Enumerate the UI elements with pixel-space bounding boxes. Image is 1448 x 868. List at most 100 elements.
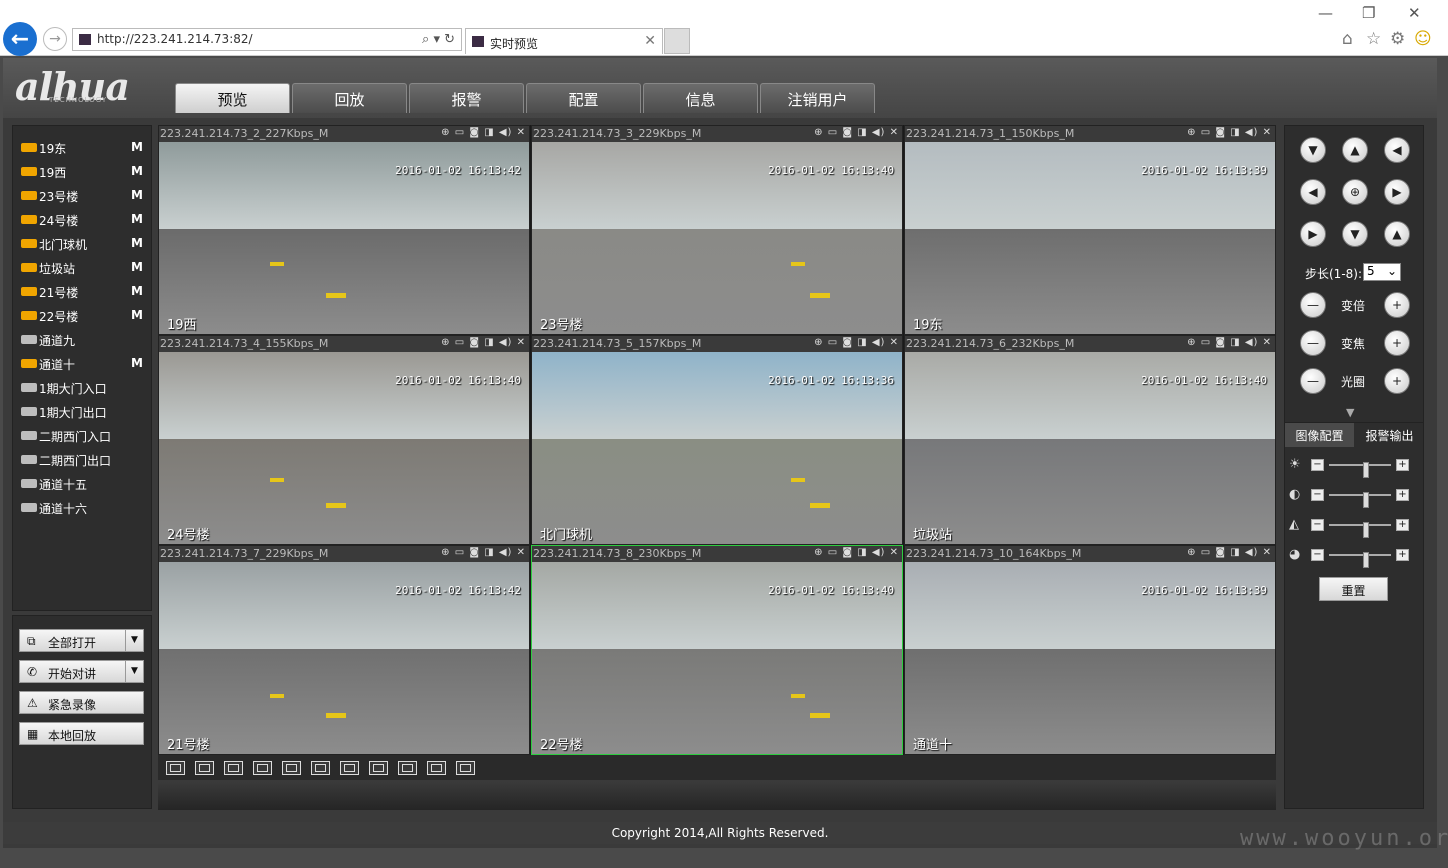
new-tab-button[interactable] <box>664 28 690 54</box>
ptz-left-icon[interactable]: ◀ <box>1300 179 1326 205</box>
back-button[interactable]: ← <box>3 22 37 56</box>
ptz-up-icon[interactable]: ▲ <box>1342 137 1368 163</box>
video-tool-icons[interactable]: ⊕ ▭ ◙ ◨ ◀) ✕ <box>441 337 526 348</box>
channel-item[interactable]: 21号楼 M <box>19 282 147 302</box>
video-feed[interactable]: 2016-01-02 16:13:40 垃圾站 <box>905 352 1275 544</box>
slider-knob[interactable] <box>1363 492 1369 508</box>
channel-item[interactable]: 19西 M <box>19 162 147 182</box>
channel-item[interactable]: 北门球机 M <box>19 234 147 254</box>
video-cell[interactable]: 223.241.214.73_7_229Kbps_M ⊕ ▭ ◙ ◨ ◀) ✕ 20… <box>158 545 530 755</box>
layout-8-icon[interactable] <box>369 761 388 775</box>
collapse-chevron-icon[interactable]: ▼ <box>1346 406 1354 419</box>
ptz-up-left-icon[interactable]: ▼ <box>1300 137 1326 163</box>
channel-item[interactable]: 通道九 <box>19 330 147 350</box>
hue-slider[interactable]: ◕ − + <box>1289 547 1409 568</box>
video-feed[interactable]: 2016-01-02 16:13:42 19西 <box>159 142 529 334</box>
minus-icon[interactable]: − <box>1311 519 1324 531</box>
ratio-layout-icon[interactable] <box>195 761 214 775</box>
video-feed[interactable]: 2016-01-02 16:13:40 24号楼 <box>159 352 529 544</box>
slider-knob[interactable] <box>1363 552 1369 568</box>
layout-4-icon[interactable] <box>311 761 330 775</box>
focus-minus-button[interactable]: — <box>1300 330 1326 356</box>
ptz-down-left-icon[interactable]: ▶ <box>1300 221 1326 247</box>
channel-item[interactable]: 二期西门入口 <box>19 426 147 446</box>
local-playback-button[interactable]: ▦ 本地回放 <box>19 722 144 745</box>
hd-layout-icon[interactable] <box>166 761 185 775</box>
focus-plus-button[interactable]: + <box>1384 330 1410 356</box>
video-feed[interactable]: 2016-01-02 16:13:39 通道十 <box>905 562 1275 754</box>
restore-icon[interactable]: ❐ <box>1362 4 1375 22</box>
favorites-star-icon[interactable]: ☆ <box>1366 29 1381 49</box>
plus-icon[interactable]: + <box>1396 459 1409 471</box>
slider-knob[interactable] <box>1363 462 1369 478</box>
video-feed[interactable]: 2016-01-02 16:13:40 22号楼 <box>532 562 902 754</box>
settings-gear-icon[interactable]: ⚙ <box>1390 29 1405 49</box>
layout-13-icon[interactable] <box>427 761 446 775</box>
video-tool-icons[interactable]: ⊕ ▭ ◙ ◨ ◀) ✕ <box>814 547 899 558</box>
smiley-feedback-icon[interactable]: ☺ <box>1414 29 1432 49</box>
video-cell[interactable]: 223.241.214.73_3_229Kbps_M ⊕ ▭ ◙ ◨ ◀) ✕ 20… <box>531 125 903 335</box>
plus-icon[interactable]: + <box>1396 489 1409 501</box>
channel-item[interactable]: 23号楼 M <box>19 186 147 206</box>
minimize-icon[interactable]: — <box>1318 4 1333 22</box>
zoom-out-button[interactable]: — <box>1300 292 1326 318</box>
channel-item[interactable]: 垃圾站 M <box>19 258 147 278</box>
minus-icon[interactable]: − <box>1311 549 1324 561</box>
tab-image-config[interactable]: 图像配置 <box>1285 423 1354 447</box>
tab-playback[interactable]: 回放 <box>292 83 407 113</box>
slider-knob[interactable] <box>1363 522 1369 538</box>
browser-tab[interactable]: 实时预览 ✕ <box>465 28 663 54</box>
close-window-icon[interactable]: ✕ <box>1408 4 1421 22</box>
channel-item[interactable]: 通道十六 <box>19 498 147 518</box>
video-cell[interactable]: 223.241.214.73_2_227Kbps_M ⊕ ▭ ◙ ◨ ◀) ✕ 20… <box>158 125 530 335</box>
stretch-layout-icon[interactable] <box>253 761 272 775</box>
video-cell[interactable]: 223.241.214.73_6_232Kbps_M ⊕ ▭ ◙ ◨ ◀) ✕ 20… <box>904 335 1276 545</box>
search-refresh-icon[interactable]: ⌕ ▾ ↻ <box>422 32 455 47</box>
emergency-record-button[interactable]: ⚠ 紧急录像 <box>19 691 144 714</box>
tab-preview[interactable]: 预览 <box>175 83 290 113</box>
channel-item[interactable]: 24号楼 M <box>19 210 147 230</box>
tab-alarm-output[interactable]: 报警输出 <box>1355 423 1424 447</box>
channel-item[interactable]: 通道十 M <box>19 354 147 374</box>
contrast-slider[interactable]: ◐ − + <box>1289 487 1409 508</box>
ptz-down-right-icon[interactable]: ▲ <box>1384 221 1410 247</box>
layout-6-icon[interactable] <box>340 761 359 775</box>
tab-alarm[interactable]: 报警 <box>409 83 524 113</box>
channel-item[interactable]: 22号楼 M <box>19 306 147 326</box>
reset-button[interactable]: 重置 <box>1319 577 1388 601</box>
channel-item[interactable]: 二期西门出口 <box>19 450 147 470</box>
layout-1-icon[interactable] <box>282 761 301 775</box>
video-tool-icons[interactable]: ⊕ ▭ ◙ ◨ ◀) ✕ <box>814 337 899 348</box>
address-bar[interactable]: http://223.241.214.73:82/ ⌕ ▾ ↻ <box>72 28 462 51</box>
video-cell[interactable]: 223.241.214.73_4_155Kbps_M ⊕ ▭ ◙ ◨ ◀) ✕ 20… <box>158 335 530 545</box>
video-tool-icons[interactable]: ⊕ ▭ ◙ ◨ ◀) ✕ <box>814 127 899 138</box>
channel-item[interactable]: 1期大门入口 <box>19 378 147 398</box>
minus-icon[interactable]: − <box>1311 489 1324 501</box>
video-cell[interactable]: 223.241.214.73_1_150Kbps_M ⊕ ▭ ◙ ◨ ◀) ✕ 20… <box>904 125 1276 335</box>
forward-button[interactable]: → <box>43 27 67 51</box>
video-cell[interactable]: 223.241.214.73_5_157Kbps_M ⊕ ▭ ◙ ◨ ◀) ✕ 20… <box>531 335 903 545</box>
plus-icon[interactable]: + <box>1396 519 1409 531</box>
brightness-slider[interactable]: ☀ − + <box>1289 457 1409 478</box>
saturation-slider[interactable]: ◭ − + <box>1289 517 1409 538</box>
chevron-down-icon[interactable]: ▼ <box>125 661 143 682</box>
video-feed[interactable]: 2016-01-02 16:13:36 北门球机 <box>532 352 902 544</box>
minus-icon[interactable]: − <box>1311 459 1324 471</box>
open-all-button[interactable]: ⧉ 全部打开 ▼ <box>19 629 144 652</box>
video-tool-icons[interactable]: ⊕ ▭ ◙ ◨ ◀) ✕ <box>1187 127 1272 138</box>
layout-16-icon[interactable] <box>456 761 475 775</box>
chevron-down-icon[interactable]: ▼ <box>125 630 143 651</box>
home-icon[interactable]: ⌂ <box>1342 29 1353 49</box>
video-tool-icons[interactable]: ⊕ ▭ ◙ ◨ ◀) ✕ <box>441 127 526 138</box>
close-tab-icon[interactable]: ✕ <box>644 33 656 49</box>
channel-item[interactable]: 19东 M <box>19 138 147 158</box>
plus-icon[interactable]: + <box>1396 549 1409 561</box>
zoom-in-button[interactable]: + <box>1384 292 1410 318</box>
video-tool-icons[interactable]: ⊕ ▭ ◙ ◨ ◀) ✕ <box>441 547 526 558</box>
iris-plus-button[interactable]: + <box>1384 368 1410 394</box>
video-feed[interactable]: 2016-01-02 16:13:42 21号楼 <box>159 562 529 754</box>
video-cell[interactable]: 223.241.214.73_8_230Kbps_M ⊕ ▭ ◙ ◨ ◀) ✕ 20… <box>531 545 903 755</box>
fullscreen-icon[interactable] <box>224 761 243 775</box>
layout-9-icon[interactable] <box>398 761 417 775</box>
video-tool-icons[interactable]: ⊕ ▭ ◙ ◨ ◀) ✕ <box>1187 337 1272 348</box>
